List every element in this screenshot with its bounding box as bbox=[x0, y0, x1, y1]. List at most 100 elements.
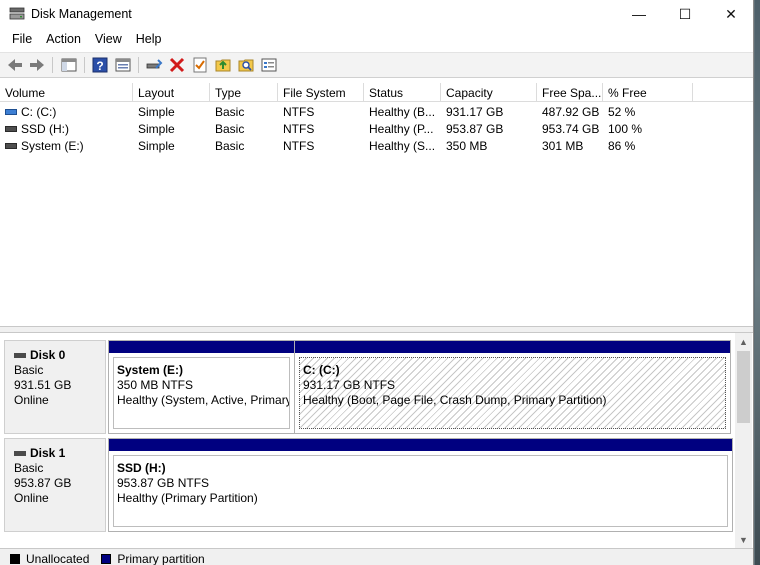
menu-view[interactable]: View bbox=[89, 29, 130, 51]
help-icon[interactable]: ? bbox=[91, 56, 109, 74]
partition-title: System (E:) bbox=[117, 363, 184, 377]
disk-graphical-view: Disk 0 Basic 931.51 GB Online System (E:… bbox=[0, 333, 753, 548]
file-system-cell: NTFS bbox=[283, 139, 315, 153]
volume-cell: C: (C:) bbox=[0, 103, 133, 120]
disk-state: Online bbox=[14, 491, 49, 505]
desktop-background bbox=[755, 0, 760, 565]
scroll-up-icon[interactable]: ▲ bbox=[735, 333, 752, 350]
partition-status: Healthy (Primary Partition) bbox=[117, 491, 258, 505]
menu-action[interactable]: Action bbox=[40, 29, 89, 51]
percent-free-cell: 52 % bbox=[608, 105, 636, 119]
partition-block[interactable]: System (E:) 350 MB NTFS Healthy (System,… bbox=[108, 340, 295, 434]
volume-icon bbox=[5, 109, 17, 115]
capacity-cell: 931.17 GB bbox=[446, 105, 504, 119]
partition-status: Healthy (Boot, Page File, Crash Dump, Pr… bbox=[303, 393, 607, 407]
file-system-cell: NTFS bbox=[283, 105, 315, 119]
minimize-button[interactable]: — bbox=[616, 0, 662, 28]
maximize-button[interactable]: ☐ bbox=[662, 0, 708, 28]
settings-list-icon[interactable] bbox=[260, 56, 278, 74]
partition-size: 931.17 GB NTFS bbox=[303, 378, 396, 392]
table-row[interactable]: SSD (H:) Simple Basic NTFS Healthy (P...… bbox=[0, 120, 753, 137]
status-cell: Healthy (P... bbox=[369, 122, 434, 136]
list-header: Volume Layout Type File System Status Ca… bbox=[0, 83, 753, 102]
minimize-icon: — bbox=[632, 6, 646, 22]
disk-info-panel[interactable]: Disk 1 Basic 953.87 GB Online bbox=[4, 438, 106, 532]
disk-name-label: Disk 1 bbox=[30, 446, 66, 460]
column-header-type[interactable]: Type bbox=[210, 83, 278, 102]
disk-row: Disk 0 Basic 931.51 GB Online System (E:… bbox=[4, 340, 731, 434]
legend-primary-partition: Primary partition bbox=[117, 551, 205, 565]
back-arrow-icon[interactable] bbox=[6, 56, 24, 74]
console-tree-icon[interactable] bbox=[60, 56, 78, 74]
file-system-cell: NTFS bbox=[283, 122, 315, 136]
maximize-icon: ☐ bbox=[678, 5, 692, 22]
disk-icon bbox=[14, 451, 26, 456]
scroll-thumb[interactable] bbox=[737, 351, 750, 423]
partition-color-bar bbox=[109, 341, 294, 353]
layout-cell: Simple bbox=[138, 105, 175, 119]
column-header-free-space[interactable]: Free Spa... bbox=[537, 83, 603, 102]
disk-info-panel[interactable]: Disk 0 Basic 931.51 GB Online bbox=[4, 340, 106, 434]
layout-cell: Simple bbox=[138, 139, 175, 153]
forward-arrow-icon[interactable] bbox=[28, 56, 46, 74]
disk-state: Online bbox=[14, 393, 49, 407]
partition-status: Healthy (System, Active, Primary Partiti… bbox=[117, 393, 290, 407]
close-button[interactable]: ✕ bbox=[708, 0, 753, 28]
volume-cell: System (E:) bbox=[0, 137, 133, 154]
column-header-percent-free[interactable]: % Free bbox=[603, 83, 693, 102]
partition-title: C: (C:) bbox=[303, 363, 340, 377]
toolbar-separator bbox=[52, 57, 53, 73]
search-folder-icon[interactable] bbox=[237, 56, 255, 74]
partition-details: System (E:) 350 MB NTFS Healthy (System,… bbox=[113, 357, 290, 429]
type-cell: Basic bbox=[215, 122, 245, 136]
toolbar-separator bbox=[138, 57, 139, 73]
volume-list: Volume Layout Type File System Status Ca… bbox=[0, 81, 753, 327]
partition-title: SSD (H:) bbox=[117, 461, 166, 475]
column-header-capacity[interactable]: Capacity bbox=[441, 83, 537, 102]
type-cell: Basic bbox=[215, 105, 245, 119]
disk-name-label: Disk 0 bbox=[30, 348, 66, 362]
disk-row: Disk 1 Basic 953.87 GB Online SSD (H:) 9… bbox=[4, 438, 733, 532]
capacity-cell: 953.87 GB bbox=[446, 122, 504, 136]
menu-help[interactable]: Help bbox=[130, 29, 170, 51]
table-row[interactable]: System (E:) Simple Basic NTFS Healthy (S… bbox=[0, 137, 753, 154]
disk-size: 953.87 GB bbox=[14, 476, 72, 490]
toolbar-separator bbox=[84, 57, 85, 73]
vertical-scrollbar[interactable]: ▲ ▼ bbox=[735, 333, 752, 548]
free-space-cell: 301 MB bbox=[542, 139, 584, 153]
percent-free-cell: 100 % bbox=[608, 122, 643, 136]
partition-block[interactable]: C: (C:) 931.17 GB NTFS Healthy (Boot, Pa… bbox=[294, 340, 731, 434]
delete-icon[interactable] bbox=[168, 56, 186, 74]
status-cell: Healthy (B... bbox=[369, 105, 436, 119]
type-cell: Basic bbox=[215, 139, 245, 153]
disk-icon bbox=[14, 353, 26, 358]
window-title: Disk Management bbox=[31, 7, 132, 21]
table-row[interactable]: C: (C:) Simple Basic NTFS Healthy (B... … bbox=[0, 103, 753, 120]
volume-name: C: (C:) bbox=[21, 105, 57, 119]
free-space-cell: 953.74 GB bbox=[542, 122, 600, 136]
column-header-volume[interactable]: Volume bbox=[0, 83, 133, 102]
menu-bar: File Action View Help bbox=[0, 29, 753, 51]
partition-size: 350 MB NTFS bbox=[117, 378, 194, 392]
free-space-cell: 487.92 GB bbox=[542, 105, 600, 119]
disk-type: Basic bbox=[14, 363, 44, 377]
disk-name: Disk 0 bbox=[14, 348, 105, 363]
unallocated-swatch bbox=[10, 553, 20, 564]
column-header-file-system[interactable]: File System bbox=[278, 83, 364, 102]
partition-details: C: (C:) 931.17 GB NTFS Healthy (Boot, Pa… bbox=[299, 357, 726, 429]
volume-cell: SSD (H:) bbox=[0, 120, 133, 137]
column-header-layout[interactable]: Layout bbox=[133, 83, 210, 102]
partition-block[interactable]: SSD (H:) 953.87 GB NTFS Healthy (Primary… bbox=[108, 438, 733, 532]
capacity-cell: 350 MB bbox=[446, 139, 488, 153]
disk-name: Disk 1 bbox=[14, 446, 105, 461]
column-header-status[interactable]: Status bbox=[364, 83, 441, 102]
partition-color-bar bbox=[295, 341, 730, 353]
volume-icon bbox=[5, 126, 17, 132]
folder-up-icon[interactable] bbox=[214, 56, 232, 74]
connect-drive-icon[interactable] bbox=[145, 56, 163, 74]
legend-unallocated: Unallocated bbox=[26, 551, 90, 565]
menu-file[interactable]: File bbox=[0, 29, 40, 51]
check-icon[interactable] bbox=[191, 56, 209, 74]
scroll-down-icon[interactable]: ▼ bbox=[735, 531, 752, 548]
properties-icon[interactable] bbox=[114, 56, 132, 74]
